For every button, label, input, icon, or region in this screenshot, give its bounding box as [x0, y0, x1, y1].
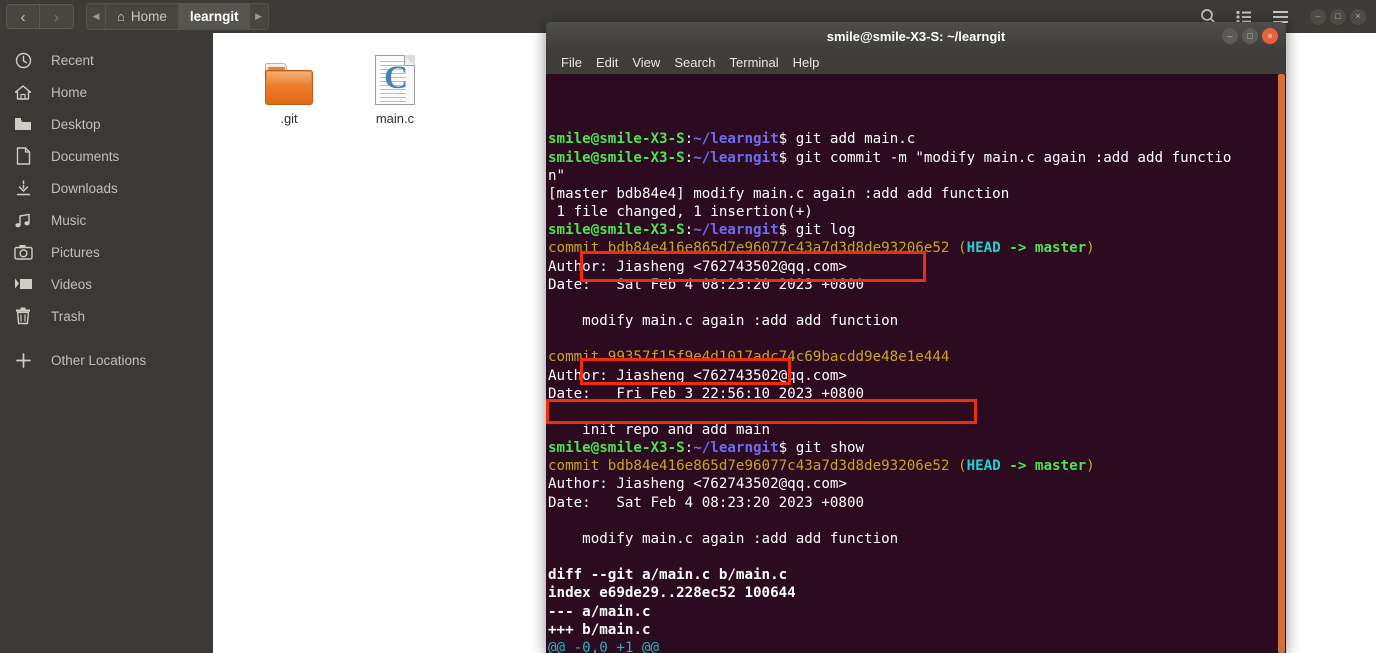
terminal-diff-header-line: index e69de29..228ec52 100644: [548, 585, 796, 602]
terminal-output-line: Date: Sat Feb 4 08:23:20 2023 +0800: [548, 276, 865, 293]
video-icon: [6, 277, 40, 291]
sidebar-item-recent[interactable]: Recent: [0, 44, 213, 76]
terminal-output-line: modify main.c again :add add function: [548, 313, 899, 330]
terminal-window: smile@smile-X3-S: ~/learngit – □ × File …: [546, 22, 1286, 653]
minimize-button[interactable]: –: [1310, 8, 1326, 25]
terminal-minimize-button[interactable]: –: [1222, 28, 1238, 44]
terminal-commit-line: commit bdb84e416e865d7e96077c43a7d3d8de9…: [548, 240, 1095, 257]
menu-item-help[interactable]: Help: [786, 55, 827, 70]
terminal-scrollbar[interactable]: [1276, 74, 1286, 653]
sidebar-item-videos[interactable]: Videos: [0, 268, 213, 300]
home-icon: [6, 84, 40, 101]
trash-icon: [6, 307, 40, 325]
breadcrumb-item-learngit[interactable]: learngit: [177, 4, 250, 29]
terminal-diff-header-line: diff --git a/main.c b/main.c: [548, 567, 788, 584]
sidebar-item-label: Home: [51, 84, 88, 100]
terminal-output-line: n": [548, 167, 566, 184]
sidebar-item-trash[interactable]: Trash: [0, 300, 213, 332]
c-source-file-icon: C: [375, 49, 415, 105]
menu-item-search[interactable]: Search: [667, 55, 722, 70]
menu-item-edit[interactable]: Edit: [589, 55, 625, 70]
music-icon: [6, 212, 40, 229]
navigation-buttons: ‹ ›: [6, 4, 74, 29]
terminal-output-line: Date: Fri Feb 3 22:56:10 2023 +0800: [548, 385, 865, 402]
terminal-output-line: [master bdb84e4] modify main.c again :ad…: [548, 185, 1010, 202]
home-icon: ⌂: [117, 9, 125, 24]
sidebar-item-label: Desktop: [51, 116, 101, 132]
sidebar-item-label: Music: [51, 212, 87, 228]
terminal-prompt-line: smile@smile-X3-S:~/learngit$ git show: [548, 440, 865, 457]
menu-item-view[interactable]: View: [625, 55, 667, 70]
terminal-maximize-button[interactable]: □: [1242, 28, 1258, 44]
clock-icon: [6, 52, 40, 69]
sidebar-item-label: Downloads: [51, 180, 118, 196]
document-icon: [6, 147, 40, 165]
close-button[interactable]: ×: [1350, 8, 1366, 25]
menu-item-terminal[interactable]: Terminal: [723, 55, 786, 70]
sidebar-item-desktop[interactable]: Desktop: [0, 108, 213, 140]
sidebar-item-label: Documents: [51, 148, 120, 164]
terminal-diff-hunk-line: @@ -0,0 +1 @@: [548, 639, 660, 653]
terminal-prompt-line: smile@smile-X3-S:~/learngit$ git add mai…: [548, 131, 916, 148]
terminal-output-line: 1 file changed, 1 insertion(+): [548, 204, 813, 221]
file-item-label: main.c: [375, 111, 415, 126]
sidebar-item-label: Pictures: [51, 244, 100, 260]
terminal-output[interactable]: smile@smile-X3-S:~/learngit$ git add mai…: [546, 74, 1286, 653]
breadcrumb-item-label: learngit: [189, 9, 239, 24]
sidebar-item-pictures[interactable]: Pictures: [0, 236, 213, 268]
terminal-output-line: Author: Jiasheng <762743502@qq.com>: [548, 476, 847, 493]
camera-icon: [6, 244, 40, 260]
file-manager-window-controls: – □ ×: [1310, 8, 1366, 25]
breadcrumb-scroll-right-icon[interactable]: ▶: [249, 4, 268, 29]
terminal-commit-line: commit 99357f15f9e4d1017adc74c69bacdd9e4…: [548, 349, 950, 366]
sidebar: Recent Home Desktop Documents Downloads: [0, 33, 213, 653]
sidebar-item-other-locations[interactable]: Other Locations: [0, 344, 213, 376]
file-item-main-c[interactable]: C main.c: [347, 49, 443, 126]
breadcrumb: ◀ ⌂ Home learngit ▶: [86, 3, 269, 30]
breadcrumb-item-home[interactable]: ⌂ Home: [105, 4, 178, 29]
plus-icon: [6, 352, 40, 369]
folder-icon: [265, 49, 313, 105]
terminal-output-line: modify main.c again :add add function: [548, 530, 899, 547]
terminal-output-line: Date: Sat Feb 4 08:23:20 2023 +0800: [548, 494, 865, 511]
terminal-commit-line: commit bdb84e416e865d7e96077c43a7d3d8de9…: [548, 458, 1095, 475]
sidebar-item-music[interactable]: Music: [0, 204, 213, 236]
sidebar-item-documents[interactable]: Documents: [0, 140, 213, 172]
terminal-titlebar[interactable]: smile@smile-X3-S: ~/learngit – □ ×: [546, 22, 1286, 50]
terminal-title: smile@smile-X3-S: ~/learngit: [826, 28, 1006, 44]
menu-item-file[interactable]: File: [554, 55, 589, 70]
file-item-git[interactable]: .git: [241, 49, 337, 126]
terminal-output-line: Author: Jiasheng <762743502@qq.com>: [548, 367, 847, 384]
sidebar-item-label: Videos: [51, 276, 93, 292]
sidebar-item-home[interactable]: Home: [0, 76, 213, 108]
terminal-output-line: init repo and add main: [548, 421, 771, 438]
terminal-prompt-line: smile@smile-X3-S:~/learngit$ git commit …: [548, 149, 1232, 166]
terminal-close-button[interactable]: ×: [1262, 28, 1278, 44]
sidebar-item-label: Trash: [51, 308, 86, 324]
maximize-button[interactable]: □: [1330, 8, 1346, 25]
terminal-menubar: File Edit View Search Terminal Help: [546, 50, 1286, 74]
breadcrumb-item-label: Home: [130, 9, 167, 24]
breadcrumb-scroll-left-icon[interactable]: ◀: [87, 4, 105, 29]
forward-button[interactable]: ›: [40, 5, 73, 28]
terminal-prompt-line: smile@smile-X3-S:~/learngit$ git log: [548, 222, 856, 239]
terminal-output-line: Author: Jiasheng <762743502@qq.com>: [548, 258, 847, 275]
terminal-diff-header-line: +++ b/main.c: [548, 621, 651, 638]
download-icon: [6, 179, 40, 197]
file-item-label: .git: [280, 111, 298, 126]
back-button[interactable]: ‹: [7, 5, 40, 28]
sidebar-item-label: Recent: [51, 52, 94, 68]
folder-icon: [6, 117, 40, 132]
terminal-diff-header-line: --- a/main.c: [548, 603, 651, 620]
terminal-window-controls: – □ ×: [1222, 28, 1278, 44]
sidebar-item-downloads[interactable]: Downloads: [0, 172, 213, 204]
sidebar-item-label: Other Locations: [51, 352, 147, 368]
